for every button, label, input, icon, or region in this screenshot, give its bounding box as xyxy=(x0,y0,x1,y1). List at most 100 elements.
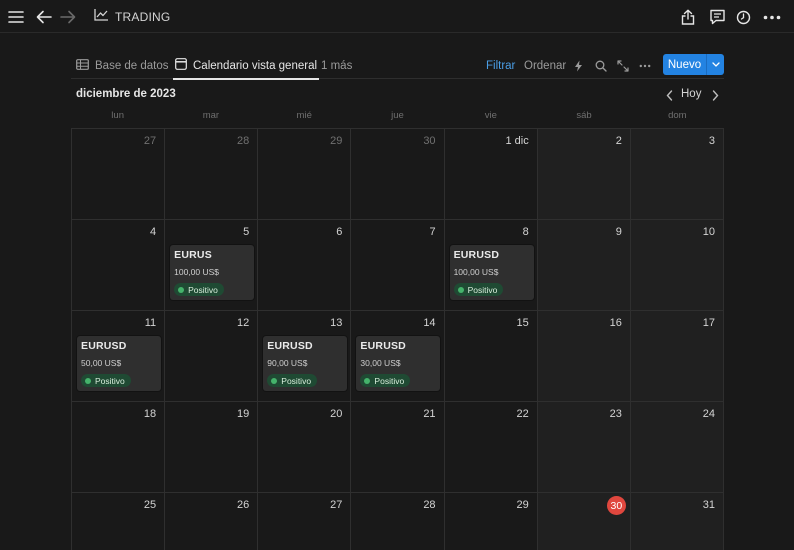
weekday-label: vie xyxy=(484,110,497,121)
day-cell[interactable]: 4 xyxy=(72,220,166,311)
day-number: 10 xyxy=(702,226,715,238)
forward-arrow-icon[interactable] xyxy=(57,6,79,28)
status-label: Positivo xyxy=(374,375,405,386)
today-button[interactable]: Hoy xyxy=(681,88,701,100)
day-cell[interactable]: 11 EURUSD 50,00 US$ Positivo xyxy=(72,311,166,402)
chevron-right-icon[interactable] xyxy=(708,88,722,102)
status-label: Positivo xyxy=(188,284,218,295)
day-number: 9 xyxy=(615,226,622,238)
status-badge: Positivo xyxy=(453,283,504,296)
status-dot-icon xyxy=(457,286,464,293)
day-number: 28 xyxy=(423,499,436,511)
tab-base-de-datos[interactable]: Base de datos xyxy=(76,52,169,79)
event-card[interactable]: EURUSD 50,00 US$ Positivo xyxy=(77,336,161,391)
event-card[interactable]: EURUSD 100,00 US$ Positivo xyxy=(449,245,534,300)
day-number: 26 xyxy=(237,499,250,511)
day-cell[interactable]: 14 EURUSD 30,00 US$ Positivo xyxy=(351,311,445,402)
day-number: 27 xyxy=(143,135,157,147)
day-number: 19 xyxy=(237,408,250,420)
weekday-label: mar xyxy=(202,110,220,121)
search-icon[interactable] xyxy=(595,52,607,79)
more-options-icon[interactable] xyxy=(761,6,783,28)
day-cell[interactable]: 19 xyxy=(165,402,259,493)
event-amount: 50,00 US$ xyxy=(81,358,122,368)
share-icon[interactable] xyxy=(677,6,699,28)
day-cell[interactable]: 27 xyxy=(72,129,166,220)
day-cell[interactable]: 1 dic xyxy=(444,129,538,220)
event-card[interactable]: EURUSD 30,00 US$ Positivo xyxy=(356,336,441,391)
day-cell[interactable]: 30 xyxy=(351,129,445,220)
day-cell[interactable]: 18 xyxy=(72,402,166,493)
event-amount: 100,00 US$ xyxy=(174,267,220,277)
event-amount: 90,00 US$ xyxy=(267,358,308,368)
more-dots-icon[interactable] xyxy=(639,52,651,79)
day-cell[interactable]: 29 xyxy=(258,129,352,220)
weekday-label: sáb xyxy=(576,110,592,121)
day-cell[interactable]: 21 xyxy=(351,402,445,493)
status-badge: Positivo xyxy=(81,374,131,387)
automation-bolt-icon[interactable] xyxy=(574,52,583,79)
event-card[interactable]: EURUS 100,00 US$ Positivo xyxy=(170,245,255,300)
tab-more-views[interactable]: 1 más xyxy=(321,52,352,79)
sort-button[interactable]: Ordenar xyxy=(524,52,566,79)
day-cell[interactable]: 17 xyxy=(630,311,724,402)
day-number: 29 xyxy=(516,499,529,511)
day-cell[interactable]: 25 xyxy=(72,493,166,550)
event-title: EURUSD xyxy=(360,340,406,352)
chevron-down-icon[interactable] xyxy=(707,62,724,67)
day-number: 23 xyxy=(609,408,622,420)
month-title: diciembre de 2023 xyxy=(76,88,176,100)
tab-calendario-vista-general[interactable]: Calendario vista general xyxy=(172,52,320,80)
new-button[interactable]: Nuevo xyxy=(663,54,724,75)
new-button-label: Nuevo xyxy=(667,58,702,71)
filter-button[interactable]: Filtrar xyxy=(486,52,515,79)
day-cell[interactable]: 26 xyxy=(165,493,259,550)
day-cell[interactable]: 31 xyxy=(630,493,724,550)
day-cell[interactable]: 22 xyxy=(444,402,538,493)
chevron-left-icon[interactable] xyxy=(662,88,676,102)
day-number: 17 xyxy=(702,317,715,329)
breadcrumb[interactable]: TRADING xyxy=(94,7,170,27)
expand-arrows-icon[interactable] xyxy=(617,52,629,79)
day-cell[interactable]: 12 xyxy=(165,311,259,402)
day-number: 11 xyxy=(144,317,157,329)
day-cell[interactable]: 7 xyxy=(351,220,445,311)
day-cell[interactable]: 16 xyxy=(537,311,631,402)
calendar-grid: 27 28 29 30 1 dic 2 3 4 5 EURUS 100,00 U… xyxy=(71,128,724,550)
day-cell[interactable]: 5 EURUS 100,00 US$ Positivo xyxy=(165,220,259,311)
back-arrow-icon[interactable] xyxy=(33,6,55,28)
event-title: EURUS xyxy=(174,249,212,261)
status-label: Positivo xyxy=(467,284,498,295)
day-number: 12 xyxy=(237,317,250,329)
day-cell[interactable]: 15 xyxy=(444,311,538,402)
day-cell[interactable]: 6 xyxy=(258,220,352,311)
menu-icon[interactable] xyxy=(5,6,27,28)
history-clock-icon[interactable] xyxy=(732,6,754,28)
day-cell[interactable]: 20 xyxy=(258,402,352,493)
day-cell[interactable]: 28 xyxy=(351,493,445,550)
day-number: 5 xyxy=(243,226,250,238)
day-cell[interactable]: 27 xyxy=(258,493,352,550)
day-cell[interactable]: 28 xyxy=(165,129,259,220)
day-cell[interactable]: 13 EURUSD 90,00 US$ Positivo xyxy=(258,311,352,402)
day-cell-today[interactable]: 30 xyxy=(537,493,631,550)
day-cell[interactable]: 10 xyxy=(630,220,724,311)
day-number: 28 xyxy=(237,135,250,147)
day-cell[interactable]: 23 xyxy=(537,402,631,493)
tab-label: 1 más xyxy=(321,59,353,72)
status-badge: Positivo xyxy=(174,283,224,296)
day-number: 22 xyxy=(516,408,529,420)
day-cell[interactable]: 29 xyxy=(444,493,538,550)
day-cell[interactable]: 3 xyxy=(630,129,724,220)
comments-icon[interactable] xyxy=(706,6,728,28)
day-number: 21 xyxy=(423,408,436,420)
day-number: 24 xyxy=(702,408,715,420)
day-cell[interactable]: 8 EURUSD 100,00 US$ Positivo xyxy=(444,220,538,311)
day-number: 15 xyxy=(516,317,529,329)
event-card[interactable]: EURUSD 90,00 US$ Positivo xyxy=(263,336,348,391)
day-cell[interactable]: 2 xyxy=(537,129,631,220)
status-dot-icon xyxy=(271,377,278,384)
day-cell[interactable]: 24 xyxy=(630,402,724,493)
status-dot-icon xyxy=(178,286,185,293)
day-cell[interactable]: 9 xyxy=(537,220,631,311)
